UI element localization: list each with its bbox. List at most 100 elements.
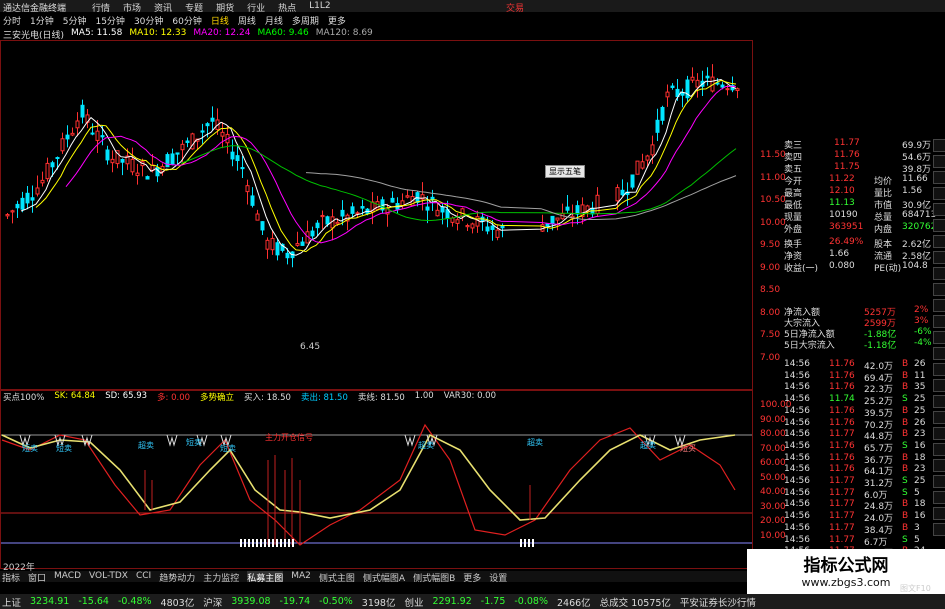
tool-icon[interactable] [933, 235, 945, 248]
tool-icon[interactable] [933, 251, 945, 264]
period-tab[interactable]: 15分钟 [95, 14, 124, 27]
menu-item[interactable]: 行业 [247, 1, 265, 14]
stat-row: 换手 26.49% 股本 2.62亿 [754, 237, 931, 250]
tool-icon[interactable] [933, 203, 945, 216]
tool-icon[interactable] [933, 171, 945, 184]
tool-icon[interactable] [933, 219, 945, 232]
cell: 11.76 [829, 370, 855, 381]
indicator-name[interactable]: 买点100% [3, 391, 44, 403]
tab[interactable]: MACD [54, 571, 81, 582]
popup-button[interactable]: 显示五笔 [545, 165, 585, 178]
index-name[interactable]: 上证 [2, 595, 21, 609]
news-ticker[interactable]: 平安证券长沙行情 [680, 595, 756, 609]
tool-icon[interactable] [933, 187, 945, 200]
tick-row: 14:56 11.76 69.4万 B 11 [754, 370, 930, 384]
tab[interactable]: CCI [136, 571, 151, 582]
tab[interactable]: 主力监控 [203, 571, 239, 584]
candle-body [270, 237, 275, 251]
tab[interactable]: MA2 [291, 571, 311, 582]
tool-icon[interactable] [933, 395, 945, 408]
cell: 14:56 [784, 359, 810, 369]
menu-item[interactable]: 专题 [185, 1, 203, 14]
cell: 18 [914, 499, 926, 510]
menu-item[interactable]: 资讯 [154, 1, 172, 14]
kline-chart[interactable] [0, 40, 754, 570]
period-tab[interactable]: 60分钟 [172, 14, 201, 27]
candle-body [335, 221, 340, 225]
period-tab[interactable]: 1分钟 [30, 14, 54, 27]
period-tab[interactable]: 多周期 [292, 14, 319, 27]
tool-icon[interactable] [933, 283, 945, 296]
trade-button[interactable]: 交易 [506, 1, 524, 14]
tab[interactable]: 指标 [2, 571, 20, 584]
candle-body [310, 230, 315, 237]
period-tab-active[interactable]: 日线 [211, 14, 229, 27]
candle-body [170, 153, 175, 165]
candle-body [555, 217, 560, 221]
ind-bottom-mark [240, 539, 242, 547]
period-tab[interactable]: 30分钟 [134, 14, 163, 27]
tool-icon[interactable] [933, 475, 945, 488]
period-tab[interactable]: 5分钟 [63, 14, 87, 27]
index-chg: -19.74 [279, 596, 311, 607]
tab[interactable]: 设置 [489, 571, 507, 584]
cell: 11.77 [829, 534, 855, 545]
cell: 11 [914, 370, 926, 381]
ind-value: SK: 64.84 [54, 391, 96, 401]
tab[interactable]: 更多 [463, 571, 481, 584]
tab[interactable]: 趋势动力 [159, 571, 195, 584]
cell: 14:56 [784, 394, 810, 405]
tool-icon[interactable] [933, 459, 945, 472]
tab[interactable]: 侧式主图 [319, 571, 355, 584]
ind-w-mark [404, 434, 416, 447]
period-tab[interactable]: 周线 [238, 14, 256, 27]
menu-item[interactable]: L1L2 [309, 1, 330, 14]
tick-row: 14:56 11.77 24.0万 B 16 [754, 511, 930, 524]
tick-row: 14:56 11.76 70.2万 B 26 [754, 418, 930, 431]
tool-icon[interactable] [933, 347, 945, 360]
tool-icon[interactable] [933, 491, 945, 504]
period-tab[interactable]: 月线 [265, 14, 283, 27]
tab[interactable]: VOL-TDX [89, 571, 128, 582]
tool-icon[interactable] [933, 139, 945, 152]
candle-body [425, 206, 430, 211]
index-name[interactable]: 沪深 [203, 595, 222, 609]
tool-icon[interactable] [933, 363, 945, 376]
menu-item[interactable]: 市场 [123, 1, 141, 14]
tab[interactable]: 窗口 [28, 571, 46, 584]
period-tab[interactable]: 分时 [3, 14, 21, 27]
candle-body [690, 76, 695, 81]
tool-icon[interactable] [933, 443, 945, 456]
candle-body [630, 174, 635, 188]
menu-item[interactable]: 行情 [92, 1, 110, 14]
ind-bottom-mark [268, 539, 270, 547]
tool-icon[interactable] [933, 523, 945, 536]
tool-icon[interactable] [933, 267, 945, 280]
tool-icon[interactable] [933, 427, 945, 440]
menu-item[interactable]: 期货 [216, 1, 234, 14]
side-toolbar [932, 136, 945, 539]
tool-icon[interactable] [933, 379, 945, 392]
tick-row: 14:56 11.74 25.2万 S 25 [754, 394, 930, 407]
cell: 14:56 [784, 476, 810, 486]
candle-body [240, 167, 245, 170]
tool-icon[interactable] [933, 331, 945, 344]
tool-icon[interactable] [933, 315, 945, 328]
cell: 18 [914, 452, 926, 463]
cell: 外盘 [784, 225, 803, 235]
menu-item[interactable]: 热点 [278, 1, 296, 14]
main-force-label: 主力开仓信号 [265, 433, 313, 442]
f10-button[interactable]: 图文F10 [900, 583, 931, 594]
tab-active[interactable]: 私募主图 [247, 571, 284, 584]
tab[interactable]: 侧式幅图A [363, 571, 405, 584]
period-tab[interactable]: 更多 [328, 14, 346, 27]
tool-icon[interactable] [933, 411, 945, 424]
tab[interactable]: 侧式幅图B [413, 571, 455, 584]
tool-icon[interactable] [933, 155, 945, 168]
tool-icon[interactable] [933, 299, 945, 312]
index-name[interactable]: 创业 [404, 595, 423, 609]
candle-body [320, 214, 325, 218]
tool-icon[interactable] [933, 507, 945, 520]
cell: 11.22 [829, 174, 855, 184]
candle-body [75, 120, 80, 129]
